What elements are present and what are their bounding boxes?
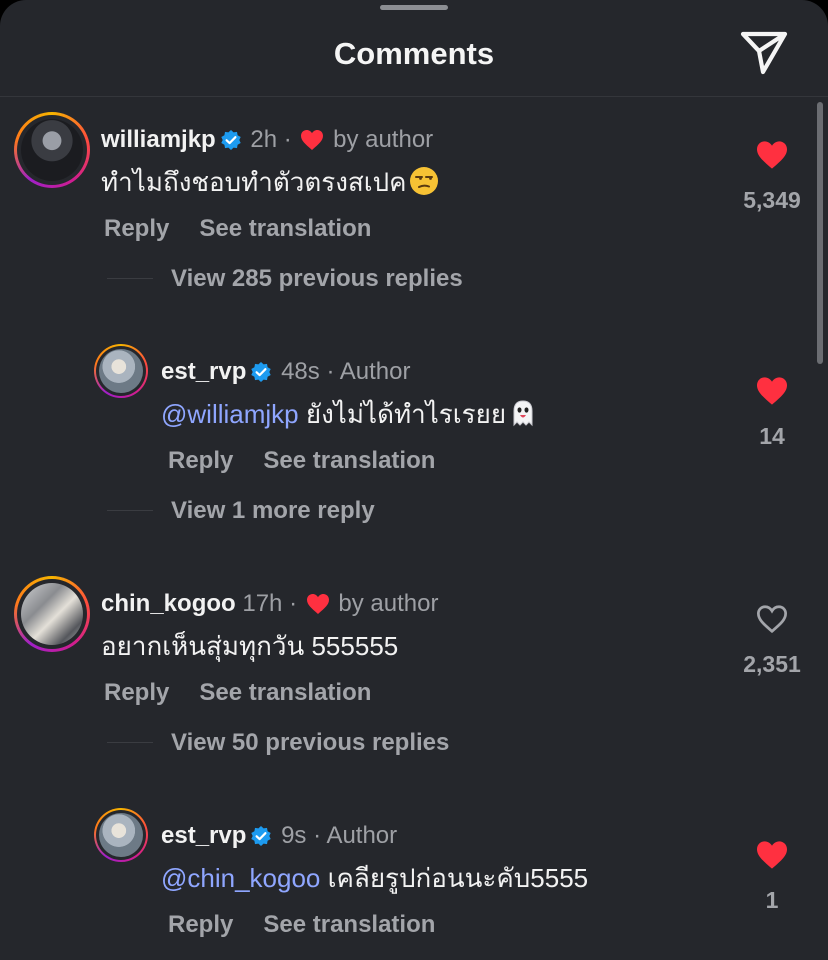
comment-meta: williamjkp 2h · by author xyxy=(101,124,433,156)
comment-text: @williamjkp ยังไม่ได้ทำไรเรยย xyxy=(161,396,538,432)
see-translation-button[interactable]: See translation xyxy=(199,215,371,242)
separator-dot: · xyxy=(326,358,335,385)
heart-icon xyxy=(306,594,329,614)
heart-outline-icon[interactable] xyxy=(755,604,789,634)
drag-handle[interactable] xyxy=(380,5,448,10)
liked-by-author-label: by author xyxy=(338,590,439,617)
comment-meta: est_rvp 48s · Author xyxy=(161,356,411,388)
avatar[interactable] xyxy=(94,344,148,398)
comment-text: @chin_kogoo เคลียรูปก่อนนะคับ5555 xyxy=(161,860,588,896)
heart-icon xyxy=(301,130,324,150)
comment-time: 17h xyxy=(242,590,283,617)
comment-text: อยากเห็นสุ่มทุกวัน 555555 xyxy=(101,628,398,664)
comment-time: 2h xyxy=(250,126,278,153)
unamused-face-icon xyxy=(409,167,438,195)
separator-dot: · xyxy=(313,822,322,849)
like-button[interactable]: 5,349 xyxy=(730,140,814,215)
comment-actions: Reply See translation xyxy=(104,213,371,245)
author-label: Author xyxy=(339,358,411,385)
page-title: Comments xyxy=(333,36,495,71)
username[interactable]: chin_kogoo xyxy=(101,590,236,617)
heart-filled-icon[interactable] xyxy=(755,840,789,870)
comment-body: ยังไม่ได้ทำไรเรยย xyxy=(298,399,507,429)
separator-dot: · xyxy=(289,590,298,617)
avatar[interactable] xyxy=(94,808,148,862)
mention-link[interactable]: @williamjkp xyxy=(161,399,299,429)
ghost-icon xyxy=(513,400,533,427)
like-count: 1 xyxy=(765,887,779,913)
thread-line xyxy=(107,510,153,511)
comment-actions: Reply See translation xyxy=(104,677,371,709)
like-button[interactable]: 2,351 xyxy=(730,604,814,679)
comment-text: ทำไมถึงชอบทำตัวตรงสเปค xyxy=(101,164,439,200)
comment-body: เคลียรูปก่อนนะคับ5555 xyxy=(320,863,589,893)
view-replies-label[interactable]: View 285 previous replies xyxy=(171,263,463,295)
comments-sheet: Comments williamjkp 2h · by author ทำไมถ… xyxy=(0,0,828,960)
verified-badge-icon xyxy=(221,130,241,150)
like-button[interactable]: 1 xyxy=(730,840,814,915)
like-button[interactable]: 14 xyxy=(730,376,814,451)
liked-by-author-label: by author xyxy=(333,126,434,153)
username[interactable]: est_rvp xyxy=(161,358,246,385)
reply-button[interactable]: Reply xyxy=(104,215,169,242)
header-divider xyxy=(0,96,828,97)
reply-button[interactable]: Reply xyxy=(168,447,233,474)
username[interactable]: est_rvp xyxy=(161,822,246,849)
avatar[interactable] xyxy=(14,576,90,652)
scrollbar[interactable] xyxy=(817,102,823,364)
see-translation-button[interactable]: See translation xyxy=(263,911,435,938)
see-translation-button[interactable]: See translation xyxy=(263,447,435,474)
comment-time: 48s xyxy=(281,358,320,385)
avatar[interactable] xyxy=(14,112,90,188)
view-replies-button[interactable]: View 1 more reply xyxy=(107,495,607,527)
reply-button[interactable]: Reply xyxy=(104,679,169,706)
author-label: Author xyxy=(326,822,398,849)
reply-button[interactable]: Reply xyxy=(168,911,233,938)
comment-actions: Reply See translation xyxy=(168,445,435,477)
comment-actions: Reply See translation xyxy=(168,909,435,941)
view-replies-button[interactable]: View 285 previous replies xyxy=(107,263,607,295)
heart-filled-icon[interactable] xyxy=(755,376,789,406)
like-count: 5,349 xyxy=(743,187,801,213)
verified-badge-icon xyxy=(251,826,272,846)
thread-line xyxy=(107,278,153,279)
verified-badge-icon xyxy=(251,362,272,382)
comment-time: 9s xyxy=(281,822,307,849)
like-count: 2,351 xyxy=(743,651,801,677)
comment-meta: chin_kogoo 17h · by author xyxy=(101,588,438,620)
heart-filled-icon[interactable] xyxy=(755,140,789,170)
mention-link[interactable]: @chin_kogoo xyxy=(161,863,320,893)
view-replies-label[interactable]: View 50 previous replies xyxy=(171,727,449,759)
comment-body: อยากเห็นสุ่มทุกวัน 555555 xyxy=(101,631,399,661)
username[interactable]: williamjkp xyxy=(101,126,216,153)
view-replies-button[interactable]: View 50 previous replies xyxy=(107,727,607,759)
see-translation-button[interactable]: See translation xyxy=(199,679,371,706)
separator-dot: · xyxy=(283,126,292,153)
comment-body: ทำไมถึงชอบทำตัวตรงสเปค xyxy=(101,167,407,197)
view-replies-label[interactable]: View 1 more reply xyxy=(171,495,375,527)
like-count: 14 xyxy=(759,423,785,449)
comment-meta: est_rvp 9s · Author xyxy=(161,820,397,852)
thread-line xyxy=(107,742,153,743)
paper-plane-icon[interactable] xyxy=(739,29,789,75)
